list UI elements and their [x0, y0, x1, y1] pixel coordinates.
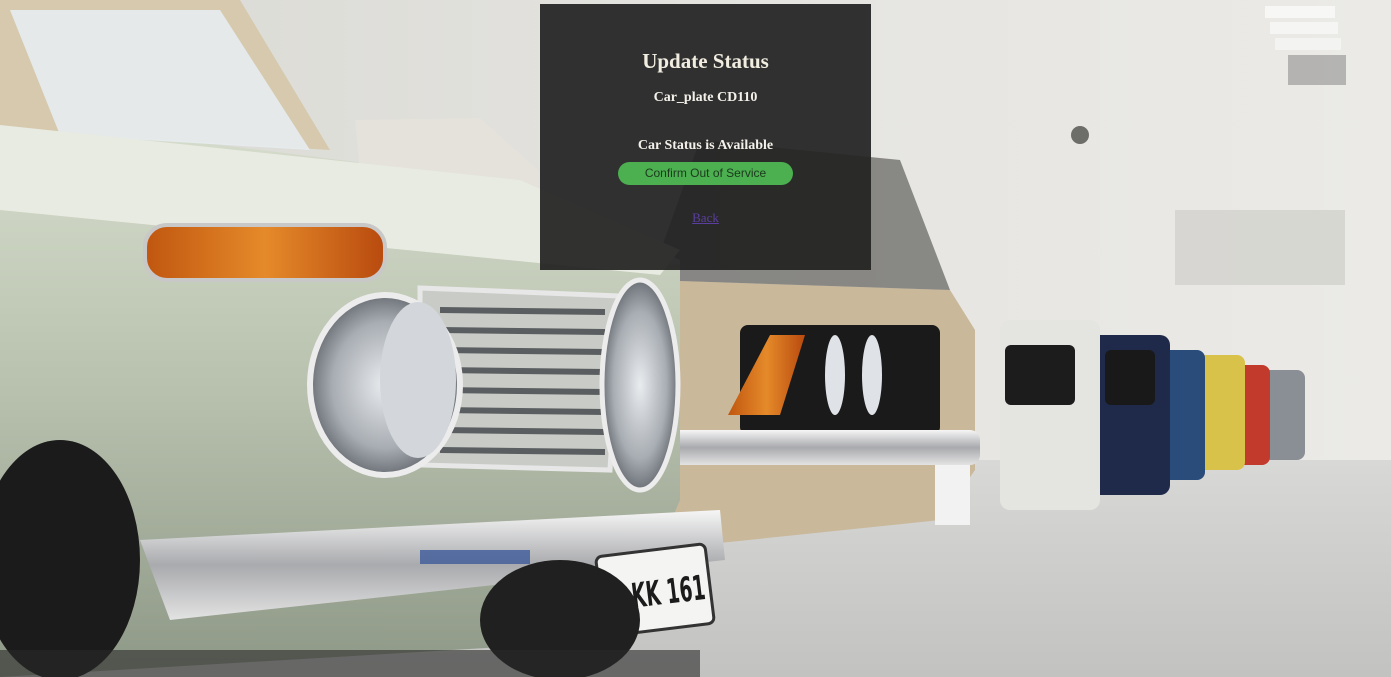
- car-status-label: Car Status is Available: [637, 138, 774, 153]
- confirm-out-of-service-button[interactable]: Confirm Out of Service: [618, 162, 793, 185]
- back-link[interactable]: Back: [692, 210, 719, 226]
- update-status-panel: Update Status Car_plate CD110 Car Status…: [540, 4, 871, 270]
- car-plate-label: Car_plate CD110: [653, 90, 758, 105]
- page: M-KK 161 Update Status Car_plate CD110 C…: [0, 0, 1391, 677]
- panel-title: Update Status: [642, 49, 769, 73]
